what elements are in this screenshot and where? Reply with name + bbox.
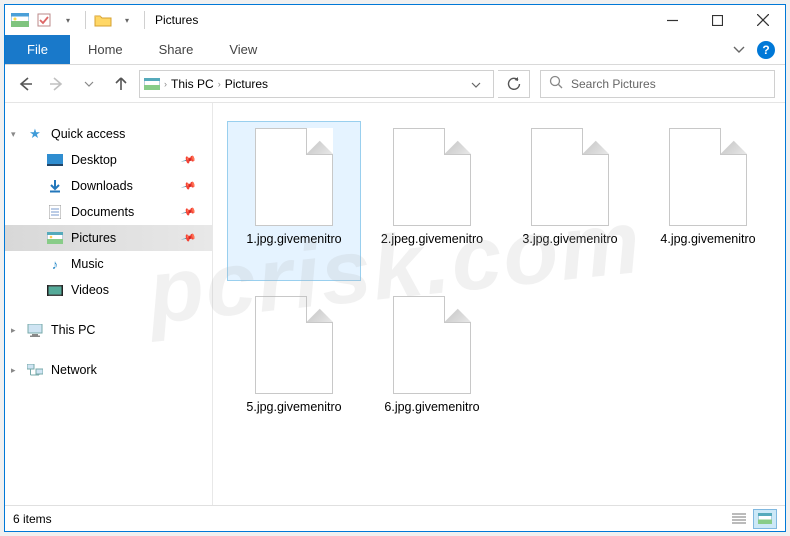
sidebar-item-label: Videos <box>71 283 109 297</box>
body: ▾ ★ Quick access Desktop 📌 Downloads 📌 D… <box>5 103 785 505</box>
file-item[interactable]: 3.jpg.givemenitro <box>503 121 637 281</box>
forward-button[interactable] <box>43 70 71 98</box>
quick-access-toolbar: ▾ ▾ <box>5 11 147 29</box>
downloads-icon <box>47 178 63 194</box>
breadcrumb-pictures[interactable]: Pictures <box>225 77 268 91</box>
view-details-button[interactable] <box>727 509 751 529</box>
sidebar-network[interactable]: ▸ Network <box>5 357 212 383</box>
qat-separator <box>85 11 86 29</box>
chevron-right-icon[interactable]: ▸ <box>11 365 21 376</box>
back-button[interactable] <box>11 70 39 98</box>
chevron-right-icon[interactable]: › <box>164 79 167 89</box>
desktop-icon <box>47 152 63 168</box>
chevron-right-icon[interactable]: › <box>218 79 221 89</box>
recent-dropdown[interactable] <box>75 70 103 98</box>
sidebar-item-label: Music <box>71 257 104 271</box>
file-label: 2.jpeg.givemenitro <box>377 232 487 248</box>
close-button[interactable] <box>740 5 785 35</box>
sidebar-item-label: Downloads <box>71 179 133 193</box>
folder-icon <box>94 12 112 28</box>
ribbon: File Home Share View ? <box>5 35 785 65</box>
properties-qat-icon[interactable] <box>35 12 53 28</box>
item-count: 6 items <box>13 512 52 526</box>
pictures-icon <box>47 230 63 246</box>
file-item[interactable]: 6.jpg.givemenitro <box>365 289 499 449</box>
tab-home[interactable]: Home <box>70 35 141 64</box>
breadcrumb-icon <box>144 76 160 92</box>
search-input[interactable]: Search Pictures <box>540 70 775 98</box>
sidebar-item-downloads[interactable]: Downloads 📌 <box>5 173 212 199</box>
breadcrumb[interactable]: › This PC › Pictures <box>139 70 494 98</box>
view-icons-button[interactable] <box>753 509 777 529</box>
file-icon <box>393 128 471 226</box>
file-icon <box>255 128 333 226</box>
sidebar-item-label: Documents <box>71 205 134 219</box>
file-item[interactable]: 5.jpg.givemenitro <box>227 289 361 449</box>
chevron-down-icon[interactable]: ▾ <box>11 129 21 140</box>
file-icon <box>531 128 609 226</box>
file-label: 4.jpg.givemenitro <box>656 232 759 248</box>
network-icon <box>27 362 43 378</box>
file-item[interactable]: 1.jpg.givemenitro <box>227 121 361 281</box>
sidebar-item-label: Quick access <box>51 127 125 141</box>
pin-icon: 📌 <box>180 178 196 194</box>
videos-icon <box>47 282 63 298</box>
file-item[interactable]: 4.jpg.givemenitro <box>641 121 775 281</box>
sidebar-item-documents[interactable]: Documents 📌 <box>5 199 212 225</box>
statusbar: 6 items <box>5 505 785 531</box>
tab-file[interactable]: File <box>5 35 70 64</box>
file-item[interactable]: 2.jpeg.givemenitro <box>365 121 499 281</box>
qat-dropdown-icon[interactable]: ▾ <box>59 12 77 28</box>
up-button[interactable] <box>107 70 135 98</box>
title-separator <box>144 11 145 29</box>
star-icon: ★ <box>27 126 43 142</box>
app-icon <box>11 12 29 28</box>
refresh-button[interactable] <box>498 70 530 98</box>
sidebar-item-videos[interactable]: Videos <box>5 277 212 303</box>
window-controls <box>650 5 785 35</box>
file-icon <box>255 296 333 394</box>
pin-icon: 📌 <box>180 204 196 220</box>
chevron-right-icon[interactable]: ▸ <box>11 325 21 336</box>
tab-share[interactable]: Share <box>141 35 212 64</box>
help-icon[interactable]: ? <box>757 41 775 59</box>
sidebar-item-label: Pictures <box>71 231 116 245</box>
sidebar-item-pictures[interactable]: Pictures 📌 <box>5 225 212 251</box>
pin-icon: 📌 <box>180 152 196 168</box>
file-icon <box>669 128 747 226</box>
navigation-bar: › This PC › Pictures Search Pictures <box>5 65 785 103</box>
music-icon: ♪ <box>47 256 63 272</box>
maximize-button[interactable] <box>695 5 740 35</box>
sidebar-this-pc[interactable]: ▸ This PC <box>5 317 212 343</box>
tab-view[interactable]: View <box>211 35 275 64</box>
window-title: Pictures <box>155 13 198 27</box>
sidebar-item-desktop[interactable]: Desktop 📌 <box>5 147 212 173</box>
file-icon <box>393 296 471 394</box>
pin-icon: 📌 <box>180 230 196 246</box>
file-label: 3.jpg.givemenitro <box>518 232 621 248</box>
documents-icon <box>47 204 63 220</box>
breadcrumb-dropdown[interactable] <box>463 77 489 91</box>
sidebar-item-label: Network <box>51 363 97 377</box>
sidebar-quick-access[interactable]: ▾ ★ Quick access <box>5 121 212 147</box>
file-label: 6.jpg.givemenitro <box>380 400 483 416</box>
file-label: 5.jpg.givemenitro <box>242 400 345 416</box>
minimize-button[interactable] <box>650 5 695 35</box>
search-placeholder: Search Pictures <box>571 77 656 91</box>
sidebar-item-music[interactable]: ♪ Music <box>5 251 212 277</box>
this-pc-icon <box>27 322 43 338</box>
navigation-pane[interactable]: ▾ ★ Quick access Desktop 📌 Downloads 📌 D… <box>5 103 213 505</box>
breadcrumb-this-pc[interactable]: This PC <box>171 77 214 91</box>
sidebar-item-label: Desktop <box>71 153 117 167</box>
folder-dropdown-icon[interactable]: ▾ <box>118 12 136 28</box>
file-area[interactable]: 1.jpg.givemenitro 2.jpeg.givemenitro 3.j… <box>213 103 785 505</box>
file-label: 1.jpg.givemenitro <box>242 232 345 248</box>
titlebar: ▾ ▾ Pictures <box>5 5 785 35</box>
explorer-window: pcrisk.com ▾ ▾ Pictures File Home <box>4 4 786 532</box>
search-icon <box>549 75 563 92</box>
expand-ribbon-icon[interactable] <box>733 41 745 59</box>
sidebar-item-label: This PC <box>51 323 95 337</box>
